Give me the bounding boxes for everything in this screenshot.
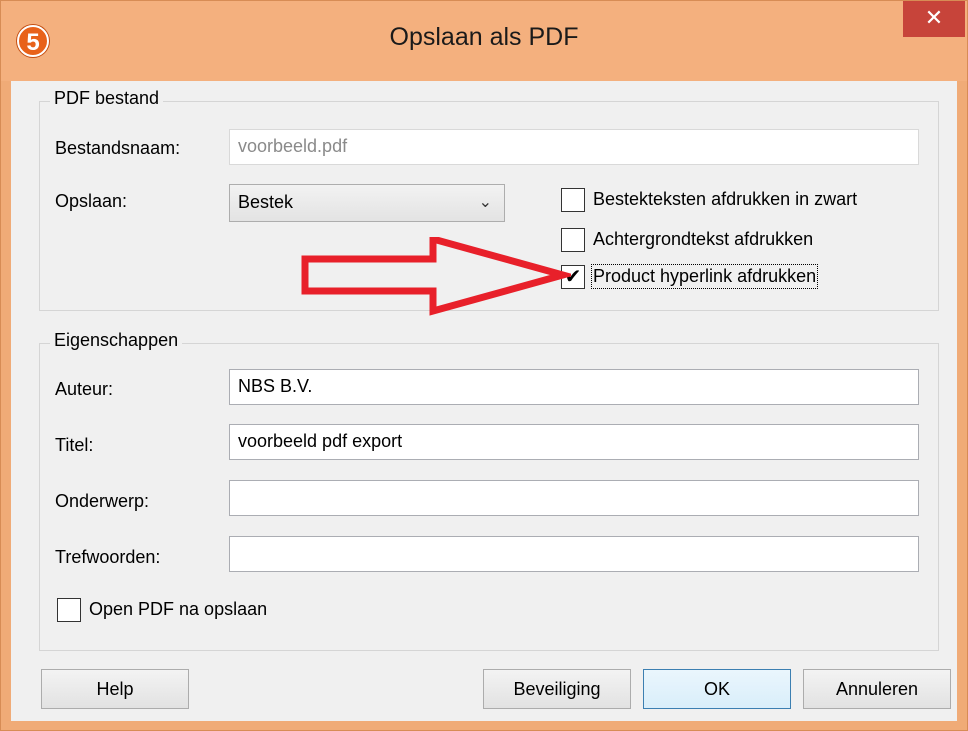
- title-bar[interactable]: 5 Opslaan als PDF ✕: [1, 1, 967, 81]
- pdf-file-group-legend: PDF bestand: [50, 88, 164, 109]
- author-label: Auteur:: [55, 379, 114, 399]
- close-button[interactable]: ✕: [903, 1, 965, 37]
- help-button[interactable]: Help: [41, 669, 189, 709]
- save-type-select[interactable]: Bestek ⌄: [229, 184, 505, 222]
- checkbox-label: Open PDF na opslaan: [89, 599, 268, 619]
- title-field[interactable]: voorbeeld pdf export: [229, 424, 919, 460]
- checkbox-black-text[interactable]: Bestekteksten afdrukken in zwart: [561, 188, 941, 214]
- checkbox-product-hyperlink[interactable]: ✔ Product hyperlink afdrukken: [561, 264, 941, 291]
- checkbox-open-after-save[interactable]: Open PDF na opslaan: [57, 598, 357, 624]
- chevron-down-icon: ⌄: [478, 194, 492, 211]
- filename-field[interactable]: voorbeeld.pdf: [229, 129, 919, 165]
- keywords-field[interactable]: [229, 536, 919, 572]
- save-label: Opslaan:: [55, 191, 128, 211]
- close-icon: ✕: [924, 5, 944, 30]
- dialog-window: 5 Opslaan als PDF ✕ PDF bestand Bestands…: [0, 0, 968, 731]
- checkbox-label: Achtergrondtekst afdrukken: [593, 229, 814, 249]
- title-label: Titel:: [55, 435, 94, 455]
- properties-group-legend: Eigenschappen: [50, 330, 183, 351]
- checkbox-box[interactable]: [57, 598, 81, 622]
- checkbox-background-text[interactable]: Achtergrondtekst afdrukken: [561, 228, 941, 254]
- dialog-body: PDF bestand Bestandsnaam: voorbeeld.pdf …: [11, 81, 957, 721]
- save-type-value: Bestek: [238, 192, 294, 212]
- subject-field[interactable]: [229, 480, 919, 516]
- filename-label: Bestandsnaam:: [55, 138, 181, 158]
- keywords-label: Trefwoorden:: [55, 547, 161, 567]
- security-button[interactable]: Beveiliging: [483, 669, 631, 709]
- subject-label: Onderwerp:: [55, 491, 150, 511]
- checkbox-label: Product hyperlink afdrukken: [590, 264, 819, 289]
- ok-button[interactable]: OK: [643, 669, 791, 709]
- cancel-button[interactable]: Annuleren: [803, 669, 951, 709]
- dialog-title: Opslaan als PDF: [389, 23, 579, 51]
- red-arrow-annotation: [301, 237, 571, 316]
- author-field[interactable]: NBS B.V.: [229, 369, 919, 405]
- checkbox-label: Bestekteksten afdrukken in zwart: [593, 189, 858, 209]
- checkbox-box[interactable]: [561, 188, 585, 212]
